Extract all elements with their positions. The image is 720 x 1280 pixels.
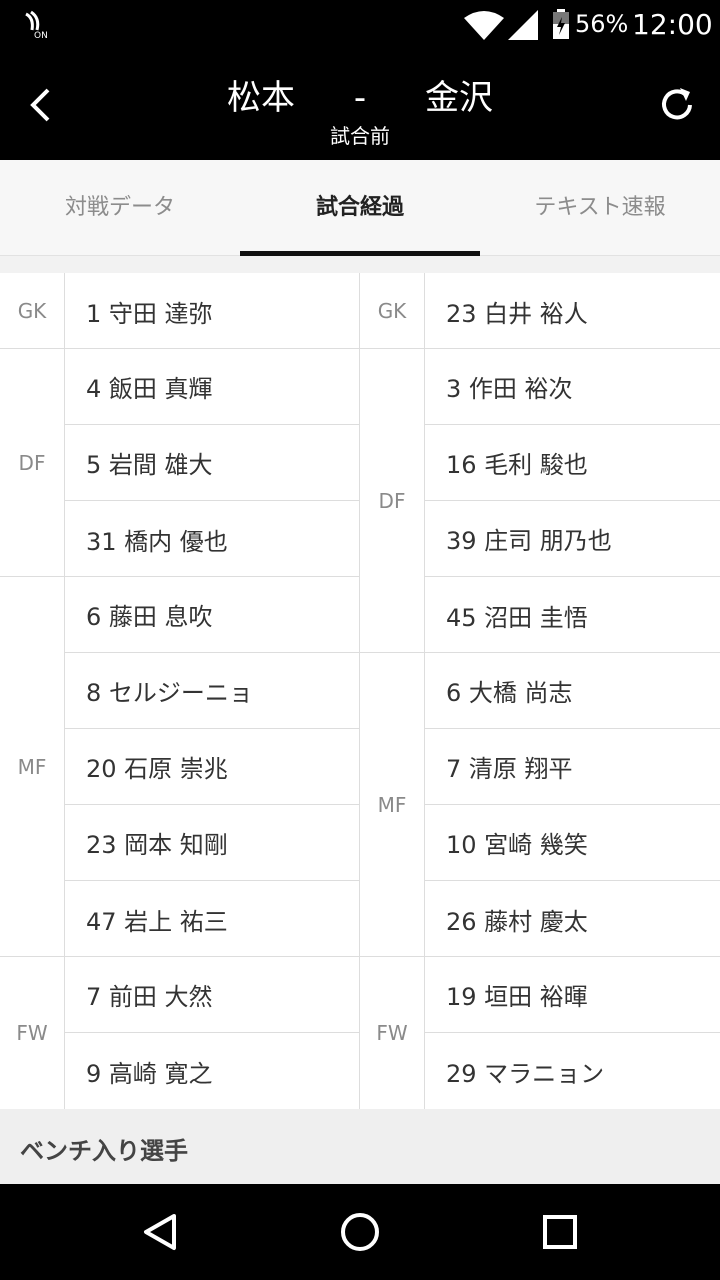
nav-recents-icon[interactable] [536, 1208, 584, 1256]
match-status: 試合前 [330, 124, 390, 148]
bench-label: ベンチ入り選手 [20, 1137, 188, 1165]
lineup-table: GK 1 守田 達弥 DF 4 飯田 真輝 5 岩間 雄大 31 橋内 優也 M… [0, 273, 720, 1109]
player-row[interactable]: 5 岩間 雄大 [65, 425, 360, 501]
status-bar: ON 56% 12:00 [0, 0, 720, 50]
home-team-name: 松本 [227, 78, 295, 118]
player-row[interactable]: 19 垣田 裕暉 [425, 957, 720, 1033]
player-row[interactable]: 6 藤田 息吹 [65, 577, 360, 653]
player-row[interactable]: 31 橋内 優也 [65, 501, 360, 577]
nav-home-icon[interactable] [336, 1208, 384, 1256]
bench-section-header: ベンチ入り選手 [0, 1109, 720, 1184]
tab-match-progress[interactable]: 試合経過 [240, 160, 480, 256]
position-label: GK [360, 273, 425, 348]
player-row[interactable]: 29 マラニョン [425, 1033, 720, 1109]
home-fw-group: FW 7 前田 大然 9 高崎 寛之 [0, 957, 360, 1109]
home-df-group: DF 4 飯田 真輝 5 岩間 雄大 31 橋内 優也 [0, 349, 360, 577]
position-label: FW [0, 957, 65, 1109]
active-tab-indicator [240, 251, 480, 256]
away-gk-group: GK 23 白井 裕人 [360, 273, 720, 349]
signal-icon [508, 10, 538, 40]
player-row[interactable]: 7 前田 大然 [65, 957, 360, 1033]
player-row[interactable]: 16 毛利 駿也 [425, 425, 720, 501]
tab-matchup-data[interactable]: 対戦データ [0, 160, 240, 256]
player-row[interactable]: 7 清原 翔平 [425, 729, 720, 805]
clock: 12:00 [632, 8, 713, 41]
player-row[interactable]: 26 藤村 慶太 [425, 881, 720, 957]
position-label: MF [360, 653, 425, 956]
home-mf-group: MF 6 藤田 息吹 8 セルジーニョ 20 石原 崇兆 23 岡本 知剛 47… [0, 577, 360, 957]
nfc-icon: ON [25, 10, 48, 40]
player-row[interactable]: 4 飯田 真輝 [65, 349, 360, 425]
refresh-icon[interactable] [652, 80, 702, 130]
player-row[interactable]: 3 作田 裕次 [425, 349, 720, 425]
player-row[interactable]: 47 岩上 祐三 [65, 881, 360, 957]
home-gk-group: GK 1 守田 達弥 [0, 273, 360, 349]
player-row[interactable]: 20 石原 崇兆 [65, 729, 360, 805]
score-separator: - [353, 78, 367, 118]
match-title: 松本 - 金沢 [0, 70, 720, 119]
battery-percentage: 56% [575, 10, 629, 38]
player-row[interactable]: 23 岡本 知剛 [65, 805, 360, 881]
away-fw-group: FW 19 垣田 裕暉 29 マラニョン [360, 957, 720, 1109]
player-row[interactable]: 39 庄司 朋乃也 [425, 501, 720, 577]
player-row[interactable]: 23 白井 裕人 [425, 273, 720, 349]
svg-text:ON: ON [34, 31, 48, 40]
system-nav-bar [0, 1184, 720, 1280]
player-row[interactable]: 9 高崎 寛之 [65, 1033, 360, 1109]
player-row[interactable]: 10 宮崎 幾笑 [425, 805, 720, 881]
position-label: FW [360, 957, 425, 1109]
player-row[interactable]: 6 大橋 尚志 [425, 653, 720, 729]
app-header: 松本 - 金沢 試合前 [0, 50, 720, 160]
nav-back-icon[interactable] [136, 1208, 184, 1256]
player-row[interactable]: 8 セルジーニョ [65, 653, 360, 729]
position-label: MF [0, 577, 65, 956]
tab-text-updates[interactable]: テキスト速報 [480, 160, 720, 256]
player-row[interactable]: 45 沼田 圭悟 [425, 577, 720, 653]
position-label: DF [0, 349, 65, 576]
away-df-group: DF 3 作田 裕次 16 毛利 駿也 39 庄司 朋乃也 45 沼田 圭悟 [360, 349, 720, 653]
player-row[interactable]: 1 守田 達弥 [65, 273, 360, 349]
position-label: GK [0, 273, 65, 348]
away-mf-group: MF 6 大橋 尚志 7 清原 翔平 10 宮崎 幾笑 26 藤村 慶太 [360, 653, 720, 957]
away-lineup: GK 23 白井 裕人 DF 3 作田 裕次 16 毛利 駿也 39 庄司 朋乃… [360, 273, 720, 1109]
battery-icon [553, 9, 569, 39]
wifi-icon [464, 11, 504, 40]
tab-bar: 対戦データ 試合経過 テキスト速報 [0, 160, 720, 256]
away-team-name: 金沢 [425, 78, 493, 118]
home-lineup: GK 1 守田 達弥 DF 4 飯田 真輝 5 岩間 雄大 31 橋内 優也 M… [0, 273, 360, 1109]
position-label: DF [360, 349, 425, 652]
